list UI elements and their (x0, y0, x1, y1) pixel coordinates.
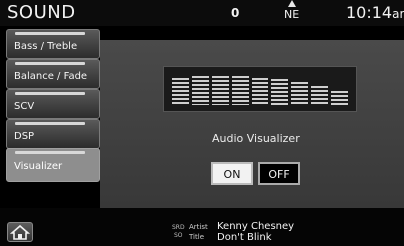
visualizer-off-button[interactable]: OFF (258, 162, 300, 185)
song-title: Don't Blink (217, 232, 272, 243)
tab-label: SCV (14, 101, 35, 112)
tab-dsp[interactable]: DSP (6, 119, 100, 149)
tab-bass-treble[interactable]: Bass / Treble (6, 29, 100, 59)
tab-scv[interactable]: SCV (6, 89, 100, 119)
home-button[interactable] (7, 222, 33, 242)
visualizer-level-bar (191, 76, 209, 105)
visualizer-level-bar (311, 86, 329, 105)
compass-heading: NE (284, 8, 300, 21)
visualizer-preview (163, 66, 357, 112)
source-label-bottom: SO (174, 232, 183, 239)
top-status-bar: SOUND 0 NE 10:14ar (0, 0, 404, 26)
clock: 10:14ar (346, 3, 404, 22)
clock-time: 10:14 (346, 3, 393, 22)
visualizer-level-bar (331, 91, 348, 105)
title-key: Title (189, 233, 205, 241)
channel-indicator: 0 (231, 6, 240, 20)
home-icon (9, 224, 31, 240)
clock-suffix: ar (392, 7, 404, 21)
artist-key: Artist (189, 223, 208, 231)
page-title: SOUND (7, 2, 76, 23)
compass: NE (282, 0, 304, 24)
visualizer-level-bar (211, 76, 229, 105)
tab-label: Visualizer (14, 161, 63, 172)
visualizer-level-bar (231, 76, 249, 105)
visualizer-level-bar (251, 78, 269, 105)
tab-label: DSP (14, 131, 35, 142)
tab-label: Bass / Treble (14, 41, 78, 52)
visualizer-level-bar (291, 82, 309, 105)
visualizer-level-bar (172, 78, 189, 105)
visualizer-title: Audio Visualizer (212, 132, 300, 145)
visualizer-on-button[interactable]: ON (211, 162, 253, 185)
sound-screen: SOUND 0 NE 10:14ar Bass / Treble Balance… (0, 0, 404, 246)
tab-visualizer[interactable]: Visualizer (6, 148, 100, 182)
tab-balance-fade[interactable]: Balance / Fade (6, 59, 100, 89)
tab-label: Balance / Fade (14, 71, 88, 82)
source-label-top: SRD (172, 224, 185, 231)
artist-name: Kenny Chesney (217, 221, 295, 232)
visualizer-level-bar (271, 79, 289, 105)
compass-arrow-icon (288, 0, 296, 7)
